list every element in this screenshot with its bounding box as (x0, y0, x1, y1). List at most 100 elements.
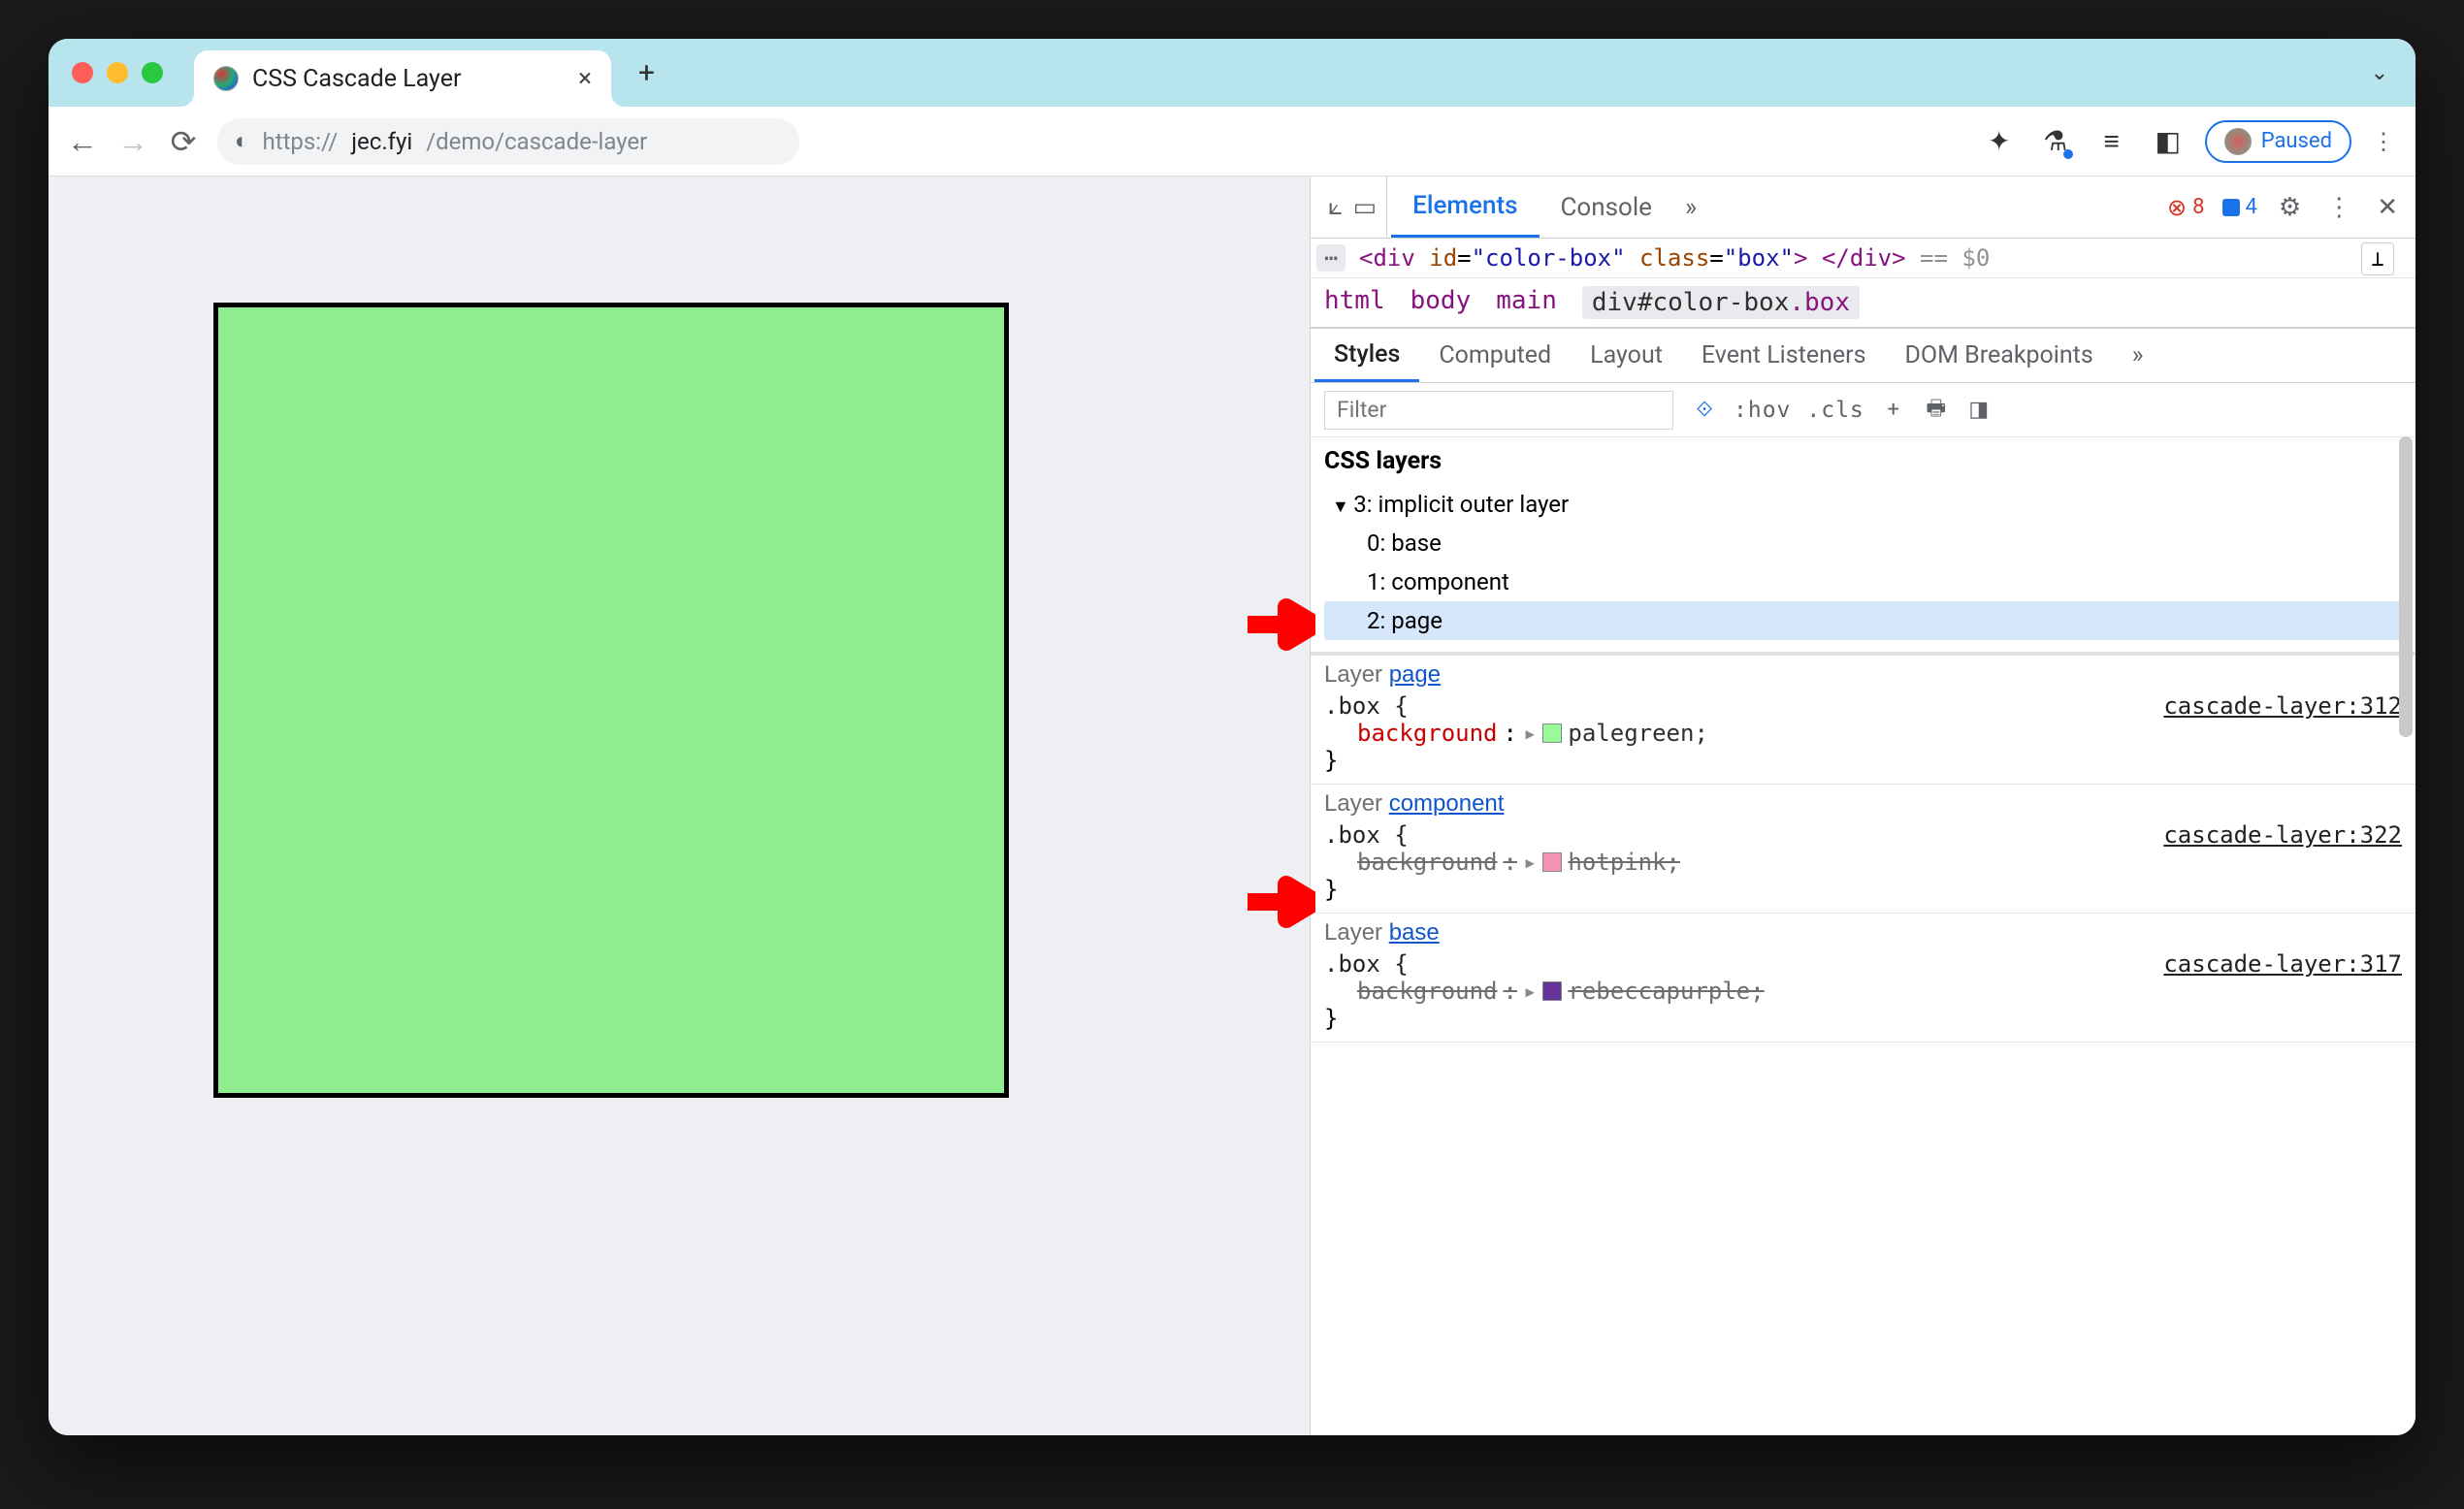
close-window-button[interactable] (72, 62, 93, 83)
color-swatch-icon[interactable] (1542, 981, 1562, 1001)
styles-print-icon[interactable]: 🖶 (1915, 392, 1958, 429)
site-info-icon[interactable]: ◐ (235, 127, 249, 155)
extensions-icon[interactable]: ✦ (1980, 125, 2019, 157)
css-value: rebeccapurple; (1568, 978, 1764, 1005)
device-toolbar-icon[interactable]: ▭ (1353, 193, 1378, 222)
style-rules-list: Layer page .box { cascade-layer:312 back… (1311, 656, 2415, 1435)
subtab-event-listeners[interactable]: Event Listeners (1682, 329, 1886, 382)
chrome-menu-button[interactable]: ⋮ (2369, 128, 2398, 155)
layer-item-base[interactable]: 0: base (1324, 524, 2402, 562)
style-rule[interactable]: Layer page .box { cascade-layer:312 back… (1311, 656, 2415, 785)
subtab-layout[interactable]: Layout (1571, 329, 1682, 382)
forward-button[interactable]: → (116, 123, 149, 160)
accessibility-icon[interactable]: ⟂ (2361, 242, 2394, 275)
color-box (213, 303, 1009, 1098)
css-layers-panel: CSS layers 3: implicit outer layer 0: ba… (1311, 437, 2415, 656)
window-controls (62, 62, 177, 83)
url-host: jec.fyi (351, 128, 412, 155)
devtools-panel: ⟀ ▭ Elements Console » 8 4 ⚙ ⋮ ✕ ⋯ (1310, 177, 2415, 1435)
styles-filter-input[interactable] (1324, 391, 1673, 430)
rule-selector: .box { (1324, 821, 1409, 849)
css-property: background (1357, 849, 1498, 876)
tabs-overflow-button[interactable]: » (1673, 193, 1708, 222)
paused-label: Paused (2261, 129, 2332, 153)
subtab-styles[interactable]: Styles (1314, 329, 1419, 382)
css-property: background (1357, 720, 1498, 747)
layer-item-component[interactable]: 1: component (1324, 562, 2402, 601)
rule-selector: .box { (1324, 692, 1409, 720)
devtools-tab-strip: ⟀ ▭ Elements Console » 8 4 ⚙ ⋮ ✕ (1311, 177, 2415, 239)
color-swatch-icon[interactable] (1542, 852, 1562, 872)
dom-breadcrumb: html body main div#color-box.box (1311, 278, 2415, 329)
reading-list-icon[interactable]: ≡ (2092, 125, 2131, 157)
layer-link-component[interactable]: component (1389, 790, 1505, 817)
subtab-computed[interactable]: Computed (1419, 329, 1571, 382)
layer-link-page[interactable]: page (1389, 661, 1441, 688)
scrollbar-thumb[interactable] (2399, 436, 2413, 737)
favicon-icon (213, 66, 239, 91)
new-tab-button[interactable]: + (638, 56, 655, 90)
browser-tab[interactable]: CSS Cascade Layer × (194, 50, 611, 107)
address-bar: ← → ⟳ ◐ https:// jec.fyi/demo/cascade-lay… (49, 107, 2415, 177)
expand-shorthand-icon[interactable]: ▸ (1523, 849, 1537, 876)
styles-filter-row: ⟐ :hov .cls + 🖶 ◨ (1311, 383, 2415, 437)
crumb-selected[interactable]: div#color-box.box (1582, 286, 1860, 319)
content-area: ⟀ ▭ Elements Console » 8 4 ⚙ ⋮ ✕ ⋯ (49, 177, 2415, 1435)
computed-panel-toggle-icon[interactable]: ◨ (1958, 398, 2000, 422)
back-button[interactable]: ← (66, 123, 99, 160)
rule-source-link[interactable]: cascade-layer:317 (2163, 950, 2402, 978)
rule-source-link[interactable]: cascade-layer:312 (2163, 692, 2402, 720)
css-layers-title: CSS layers (1324, 447, 2402, 475)
rule-source-link[interactable]: cascade-layer:322 (2163, 821, 2402, 849)
reload-button[interactable]: ⟳ (167, 123, 200, 160)
subtabs-overflow[interactable]: » (2113, 329, 2163, 382)
url-path: /demo/cascade-layer (426, 128, 647, 155)
layers-toggle-icon[interactable]: ⟐ (1683, 398, 1726, 422)
avatar-icon (2224, 128, 2252, 155)
annotation-arrow-icon (1248, 873, 1315, 931)
crumb-body[interactable]: body (1410, 286, 1472, 319)
error-count-badge[interactable]: 8 (2167, 194, 2204, 221)
dom-node-line[interactable]: ⋯ <div id="color-box" class="box" > </di… (1311, 239, 2415, 278)
cls-toggle[interactable]: .cls (1799, 398, 1871, 423)
tab-console[interactable]: Console (1540, 177, 1673, 238)
profile-paused-button[interactable]: Paused (2205, 120, 2351, 163)
maximize-window-button[interactable] (142, 62, 163, 83)
side-panel-icon[interactable]: ◧ (2149, 125, 2188, 157)
minimize-window-button[interactable] (107, 62, 128, 83)
crumb-main[interactable]: main (1496, 286, 1557, 319)
inspect-icon[interactable]: ⟀ (1328, 192, 1344, 222)
settings-icon[interactable]: ⚙ (2275, 193, 2305, 222)
dom-ellipsis-icon[interactable]: ⋯ (1316, 244, 1345, 272)
subtab-dom-breakpoints[interactable]: DOM Breakpoints (1886, 329, 2113, 382)
color-swatch-icon[interactable] (1542, 723, 1562, 743)
browser-window: CSS Cascade Layer × + ⌄ ← → ⟳ ◐ https://… (49, 39, 2415, 1435)
omnibox[interactable]: ◐ https:// jec.fyi/demo/cascade-layer (217, 118, 799, 165)
tab-elements[interactable]: Elements (1391, 177, 1539, 238)
tabs-dropdown-button[interactable]: ⌄ (2371, 61, 2388, 85)
tab-title: CSS Cascade Layer (252, 65, 461, 93)
annotation-arrow-icon (1248, 595, 1315, 654)
layer-item-page[interactable]: 2: page (1324, 601, 2402, 640)
more-menu-icon[interactable]: ⋮ (2322, 193, 2355, 222)
style-rule[interactable]: Layer base .box { cascade-layer:317 back… (1311, 914, 2415, 1043)
tab-close-button[interactable]: × (578, 64, 592, 93)
expand-shorthand-icon[interactable]: ▸ (1523, 978, 1537, 1005)
close-devtools-icon[interactable]: ✕ (2373, 193, 2402, 222)
css-property: background (1357, 978, 1498, 1005)
css-value: hotpink; (1568, 849, 1680, 876)
new-style-rule-button[interactable]: + (1872, 398, 1915, 422)
labs-icon[interactable]: ⚗ (2036, 125, 2075, 157)
message-count-badge[interactable]: 4 (2222, 195, 2257, 219)
tab-bar: CSS Cascade Layer × + ⌄ (49, 39, 2415, 107)
rule-selector: .box { (1324, 950, 1409, 978)
page-viewport (49, 177, 1310, 1435)
hov-toggle[interactable]: :hov (1726, 398, 1799, 423)
styles-subtabs: Styles Computed Layout Event Listeners D… (1311, 329, 2415, 383)
layer-tree-root[interactable]: 3: implicit outer layer (1324, 485, 2402, 524)
url-scheme: https:// (263, 128, 339, 155)
expand-shorthand-icon[interactable]: ▸ (1523, 720, 1537, 747)
crumb-html[interactable]: html (1324, 286, 1385, 319)
style-rule[interactable]: Layer component .box { cascade-layer:322… (1311, 785, 2415, 914)
layer-link-base[interactable]: base (1389, 919, 1440, 946)
